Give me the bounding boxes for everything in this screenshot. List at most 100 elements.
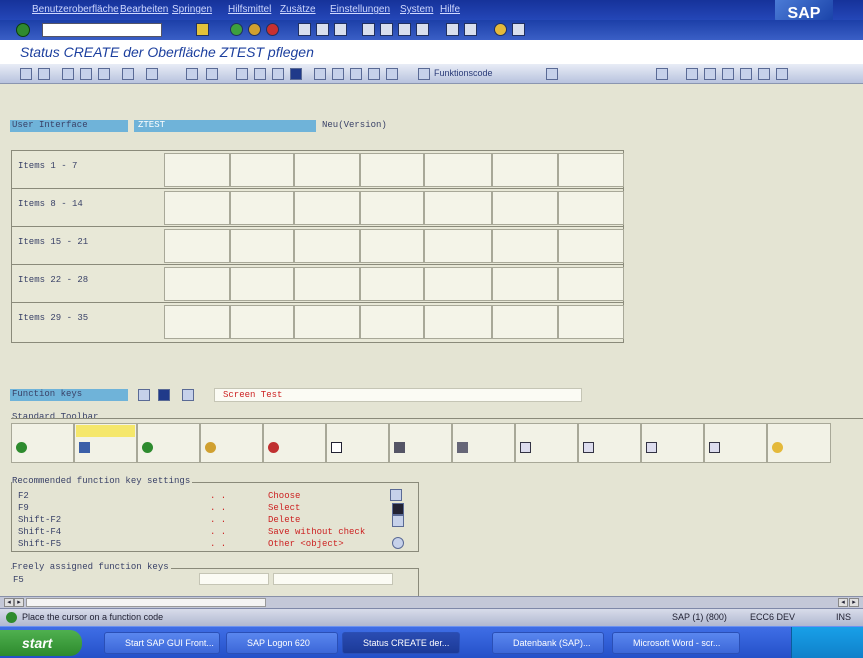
item-field[interactable] — [230, 267, 294, 301]
forward-arrow-icon[interactable] — [38, 68, 50, 80]
function-code-icon[interactable] — [418, 68, 430, 80]
layout-icon[interactable] — [512, 23, 525, 36]
standard-toolbar-cell[interactable] — [74, 423, 137, 463]
item-field[interactable] — [360, 191, 424, 225]
taskbar-item[interactable]: Microsoft Word - scr... — [612, 632, 740, 654]
taskbar-item-active[interactable]: Status CREATE der... — [342, 632, 460, 654]
scroll-left-icon[interactable]: ◂ — [4, 598, 14, 607]
item-field[interactable] — [164, 229, 230, 263]
pencil-icon[interactable] — [182, 389, 194, 401]
structure-icon[interactable] — [254, 68, 266, 80]
item-field[interactable] — [492, 267, 558, 301]
taskbar-item[interactable]: SAP Logon 620 — [226, 632, 338, 654]
standard-toolbar-cell[interactable] — [515, 423, 578, 463]
standard-toolbar-cell[interactable] — [137, 423, 200, 463]
standard-toolbar-cell[interactable] — [578, 423, 641, 463]
item-field[interactable] — [230, 229, 294, 263]
function-keys-field[interactable]: Screen Test — [214, 388, 582, 402]
item-field[interactable] — [360, 229, 424, 263]
item-field[interactable] — [424, 229, 492, 263]
hierarchy-icon[interactable] — [236, 68, 248, 80]
item-field[interactable] — [492, 191, 558, 225]
item-field[interactable] — [294, 191, 360, 225]
enter-icon[interactable] — [16, 23, 30, 37]
info-icon[interactable] — [158, 389, 170, 401]
scroll-right-icon[interactable]: ▸ — [849, 598, 859, 607]
info-icon[interactable] — [290, 68, 302, 80]
previous-icon[interactable] — [740, 68, 752, 80]
item-field[interactable] — [164, 267, 230, 301]
menu-interface[interactable]: Benutzeroberfläche — [32, 4, 119, 15]
back-arrow-icon[interactable] — [20, 68, 32, 80]
expand-icon[interactable] — [138, 389, 150, 401]
print-icon[interactable] — [298, 23, 311, 36]
first-icon[interactable] — [722, 68, 734, 80]
exit-icon[interactable] — [248, 23, 261, 36]
item-field[interactable] — [164, 153, 230, 187]
save-icon[interactable] — [196, 23, 209, 36]
item-field[interactable] — [492, 229, 558, 263]
last-page-icon[interactable] — [416, 23, 429, 36]
item-field[interactable] — [424, 267, 492, 301]
scroll-left-end-icon[interactable]: ◂ — [838, 598, 848, 607]
item-field[interactable] — [558, 229, 624, 263]
command-field[interactable] — [42, 23, 162, 37]
menu-utilities[interactable]: Hilfsmittel — [228, 4, 271, 15]
item-field[interactable] — [230, 191, 294, 225]
item-field[interactable] — [294, 153, 360, 187]
menu-goto[interactable]: Springen — [172, 4, 212, 15]
standard-toolbar-cell[interactable] — [263, 423, 326, 463]
find-next-icon[interactable] — [334, 23, 347, 36]
documentation-icon[interactable] — [546, 68, 558, 80]
arrow-up-icon[interactable] — [686, 68, 698, 80]
item-field[interactable] — [558, 153, 624, 187]
standard-toolbar-cell[interactable] — [641, 423, 704, 463]
next-icon[interactable] — [758, 68, 770, 80]
last-icon[interactable] — [776, 68, 788, 80]
item-field[interactable] — [230, 305, 294, 339]
check-icon[interactable] — [80, 68, 92, 80]
item-field[interactable] — [558, 191, 624, 225]
shortcut-icon[interactable] — [464, 23, 477, 36]
redo-icon[interactable] — [386, 68, 398, 80]
copy-icon[interactable] — [332, 68, 344, 80]
standard-toolbar-cell[interactable] — [389, 423, 452, 463]
system-tray[interactable] — [791, 627, 863, 658]
freely-assigned-text[interactable] — [273, 573, 393, 585]
activate-icon[interactable] — [98, 68, 110, 80]
standard-toolbar-cell[interactable] — [704, 423, 767, 463]
menu-extras[interactable]: Zusätze — [280, 4, 316, 15]
item-field[interactable] — [424, 305, 492, 339]
user-interface-field[interactable]: ZTEST — [134, 120, 316, 132]
menu-help[interactable]: Hilfe — [440, 4, 460, 15]
item-field[interactable] — [164, 305, 230, 339]
display-object-icon[interactable] — [186, 68, 198, 80]
status-system[interactable]: SAP (1) (800) — [672, 612, 727, 622]
status-mode[interactable]: INS — [836, 612, 851, 622]
delete-icon[interactable] — [392, 515, 404, 527]
scroll-thumb[interactable] — [26, 598, 266, 607]
next-page-icon[interactable] — [398, 23, 411, 36]
item-field[interactable] — [360, 267, 424, 301]
item-field[interactable] — [294, 267, 360, 301]
menu-settings[interactable]: Einstellungen — [330, 4, 390, 15]
item-field[interactable] — [360, 153, 424, 187]
taskbar-item[interactable]: Start SAP GUI Front... — [104, 632, 220, 654]
item-field[interactable] — [164, 191, 230, 225]
start-button[interactable]: start — [0, 630, 82, 656]
item-field[interactable] — [492, 153, 558, 187]
item-field[interactable] — [558, 305, 624, 339]
arrow-down-icon[interactable] — [704, 68, 716, 80]
insert-icon[interactable] — [206, 68, 218, 80]
standard-toolbar-cell[interactable] — [200, 423, 263, 463]
cancel-icon[interactable] — [266, 23, 279, 36]
new-session-icon[interactable] — [446, 23, 459, 36]
horizontal-scrollbar[interactable]: ◂ ▸ ◂ ▸ — [0, 596, 863, 608]
standard-toolbar-cell[interactable] — [452, 423, 515, 463]
item-field[interactable] — [424, 191, 492, 225]
display-change-icon[interactable] — [62, 68, 74, 80]
where-used-icon[interactable] — [122, 68, 134, 80]
function-code-button[interactable]: Funktionscode — [434, 68, 493, 78]
settings-icon[interactable] — [392, 537, 404, 549]
item-field[interactable] — [294, 229, 360, 263]
